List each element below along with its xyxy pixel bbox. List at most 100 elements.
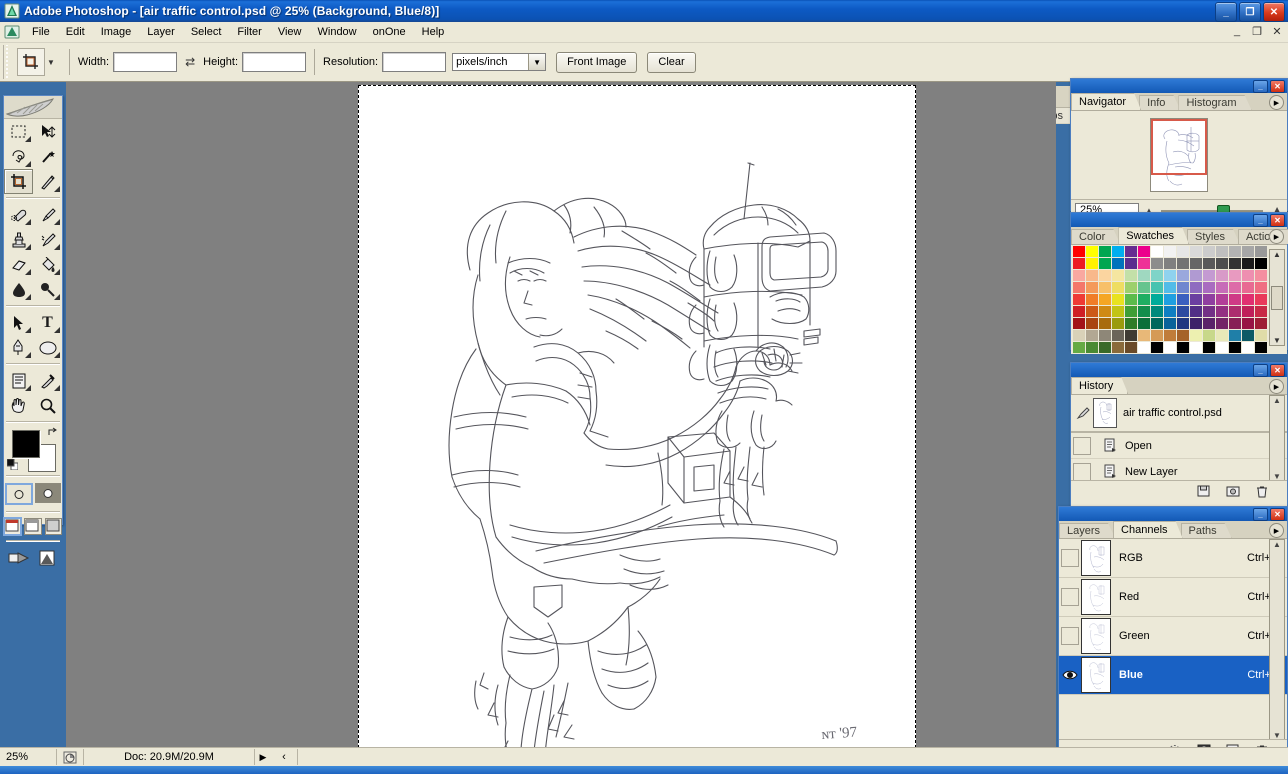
chevron-down-icon[interactable]: ▼ (528, 54, 546, 70)
navigator-palette-menu-icon[interactable]: ▶ (1269, 95, 1284, 110)
swatch-71[interactable] (1216, 294, 1229, 306)
swatch-40[interactable] (1203, 270, 1216, 282)
channels-list[interactable]: RGB Ctrl+~ Red Ctrl+1 Green Ctrl+2 Blue … (1059, 539, 1287, 739)
swatch-77[interactable] (1099, 306, 1112, 318)
swatch-55[interactable] (1203, 282, 1216, 294)
quick-mask-mode-button[interactable] (35, 483, 61, 503)
tool-healing-brush[interactable] (4, 202, 33, 227)
swatch-49[interactable] (1125, 282, 1138, 294)
swatch-96[interactable] (1151, 318, 1164, 330)
swatch-9[interactable] (1190, 246, 1203, 258)
history-snapshot-row[interactable]: air traffic control.psd (1071, 395, 1287, 433)
tab-navigator[interactable]: Navigator (1071, 93, 1141, 110)
tab-paths[interactable]: Paths (1181, 523, 1232, 538)
swatch-13[interactable] (1242, 246, 1255, 258)
swatch-92[interactable] (1099, 318, 1112, 330)
swatch-17[interactable] (1099, 258, 1112, 270)
swatches-grid[interactable] (1071, 245, 1270, 354)
swatch-16[interactable] (1086, 258, 1099, 270)
standard-screen-mode-button[interactable] (2, 517, 23, 536)
tool-rectangular-marquee[interactable] (4, 119, 33, 144)
menu-item-help[interactable]: Help (414, 24, 453, 40)
history-palette-menu-icon[interactable]: ▶ (1269, 379, 1284, 394)
swatch-46[interactable] (1086, 282, 1099, 294)
swatch-10[interactable] (1203, 246, 1216, 258)
document-close-button[interactable]: ✕ (1270, 24, 1284, 38)
channel-visibility-toggle[interactable] (1059, 627, 1081, 645)
swatch-62[interactable] (1099, 294, 1112, 306)
swatch-23[interactable] (1177, 258, 1190, 270)
tool-magic-wand[interactable] (33, 144, 62, 169)
tool-clone-stamp[interactable] (4, 227, 33, 252)
swatch-121[interactable] (1086, 342, 1099, 354)
swatch-27[interactable] (1229, 258, 1242, 270)
tool-notes[interactable] (4, 368, 33, 393)
swatch-57[interactable] (1229, 282, 1242, 294)
menu-item-image[interactable]: Image (93, 24, 140, 40)
swatch-28[interactable] (1242, 258, 1255, 270)
tool-blur[interactable] (4, 277, 33, 302)
swatch-82[interactable] (1164, 306, 1177, 318)
navigator-view-box[interactable] (1151, 119, 1207, 175)
swatch-69[interactable] (1190, 294, 1203, 306)
swatch-107[interactable] (1099, 330, 1112, 342)
swatch-122[interactable] (1099, 342, 1112, 354)
swatch-32[interactable] (1099, 270, 1112, 282)
status-flyout-icon[interactable]: ▶ (255, 752, 271, 763)
history-scrollbar[interactable]: ▲ ▼ (1269, 395, 1285, 480)
swatch-133[interactable] (1242, 342, 1255, 354)
swatch-25[interactable] (1203, 258, 1216, 270)
swatch-30[interactable] (1073, 270, 1086, 282)
tool-zoom[interactable] (33, 393, 62, 418)
swatch-44[interactable] (1255, 270, 1268, 282)
swatch-84[interactable] (1190, 306, 1203, 318)
swatch-80[interactable] (1138, 306, 1151, 318)
swatch-64[interactable] (1125, 294, 1138, 306)
swatches-palette[interactable]: _ ✕ Color Swatches Styles Actions ▶ ▲ ▼ (1070, 212, 1288, 354)
swatch-100[interactable] (1203, 318, 1216, 330)
tool-eyedropper[interactable] (33, 368, 62, 393)
create-document-from-state-icon[interactable] (1196, 484, 1211, 499)
tool-crop[interactable] (4, 169, 33, 194)
document-minimize-button[interactable]: _ (1230, 24, 1244, 38)
swatch-47[interactable] (1099, 282, 1112, 294)
swatch-109[interactable] (1125, 330, 1138, 342)
swatch-39[interactable] (1190, 270, 1203, 282)
swatch-97[interactable] (1164, 318, 1177, 330)
swatch-120[interactable] (1073, 342, 1086, 354)
history-list[interactable]: air traffic control.psd Open New Layer ▲… (1071, 395, 1287, 480)
document-restore-button[interactable]: ❐ (1250, 24, 1264, 38)
swatch-37[interactable] (1164, 270, 1177, 282)
swatch-103[interactable] (1242, 318, 1255, 330)
color-swatches-control[interactable] (4, 426, 62, 472)
swatch-101[interactable] (1216, 318, 1229, 330)
swatch-18[interactable] (1112, 258, 1125, 270)
swatch-22[interactable] (1164, 258, 1177, 270)
swatch-59[interactable] (1255, 282, 1268, 294)
swap-colors-icon[interactable] (47, 427, 59, 442)
channel-visibility-toggle[interactable] (1059, 669, 1081, 681)
swatch-104[interactable] (1255, 318, 1268, 330)
swatch-88[interactable] (1242, 306, 1255, 318)
status-resize-grip-icon[interactable]: ‹ (271, 749, 298, 765)
swatch-20[interactable] (1138, 258, 1151, 270)
swatch-111[interactable] (1151, 330, 1164, 342)
swatch-60[interactable] (1073, 294, 1086, 306)
menu-item-file[interactable]: File (24, 24, 58, 40)
history-state-open[interactable]: Open (1071, 433, 1287, 459)
swatch-129[interactable] (1190, 342, 1203, 354)
tab-styles[interactable]: Styles (1187, 229, 1240, 244)
swatch-91[interactable] (1086, 318, 1099, 330)
swatches-close-button[interactable]: ✕ (1270, 213, 1285, 227)
swatches-scrollbar[interactable]: ▲ ▼ (1269, 249, 1285, 346)
front-image-button[interactable]: Front Image (556, 51, 638, 73)
navigator-preview-area[interactable] (1071, 111, 1287, 199)
history-minimize-button[interactable]: _ (1253, 363, 1268, 377)
swatch-29[interactable] (1255, 258, 1268, 270)
swatch-70[interactable] (1203, 294, 1216, 306)
clear-button[interactable]: Clear (647, 51, 696, 73)
document-icon[interactable] (4, 24, 20, 40)
swatch-119[interactable] (1255, 330, 1268, 342)
navigator-minimize-button[interactable]: _ (1253, 79, 1268, 93)
full-screen-with-menubar-button[interactable] (24, 518, 42, 535)
